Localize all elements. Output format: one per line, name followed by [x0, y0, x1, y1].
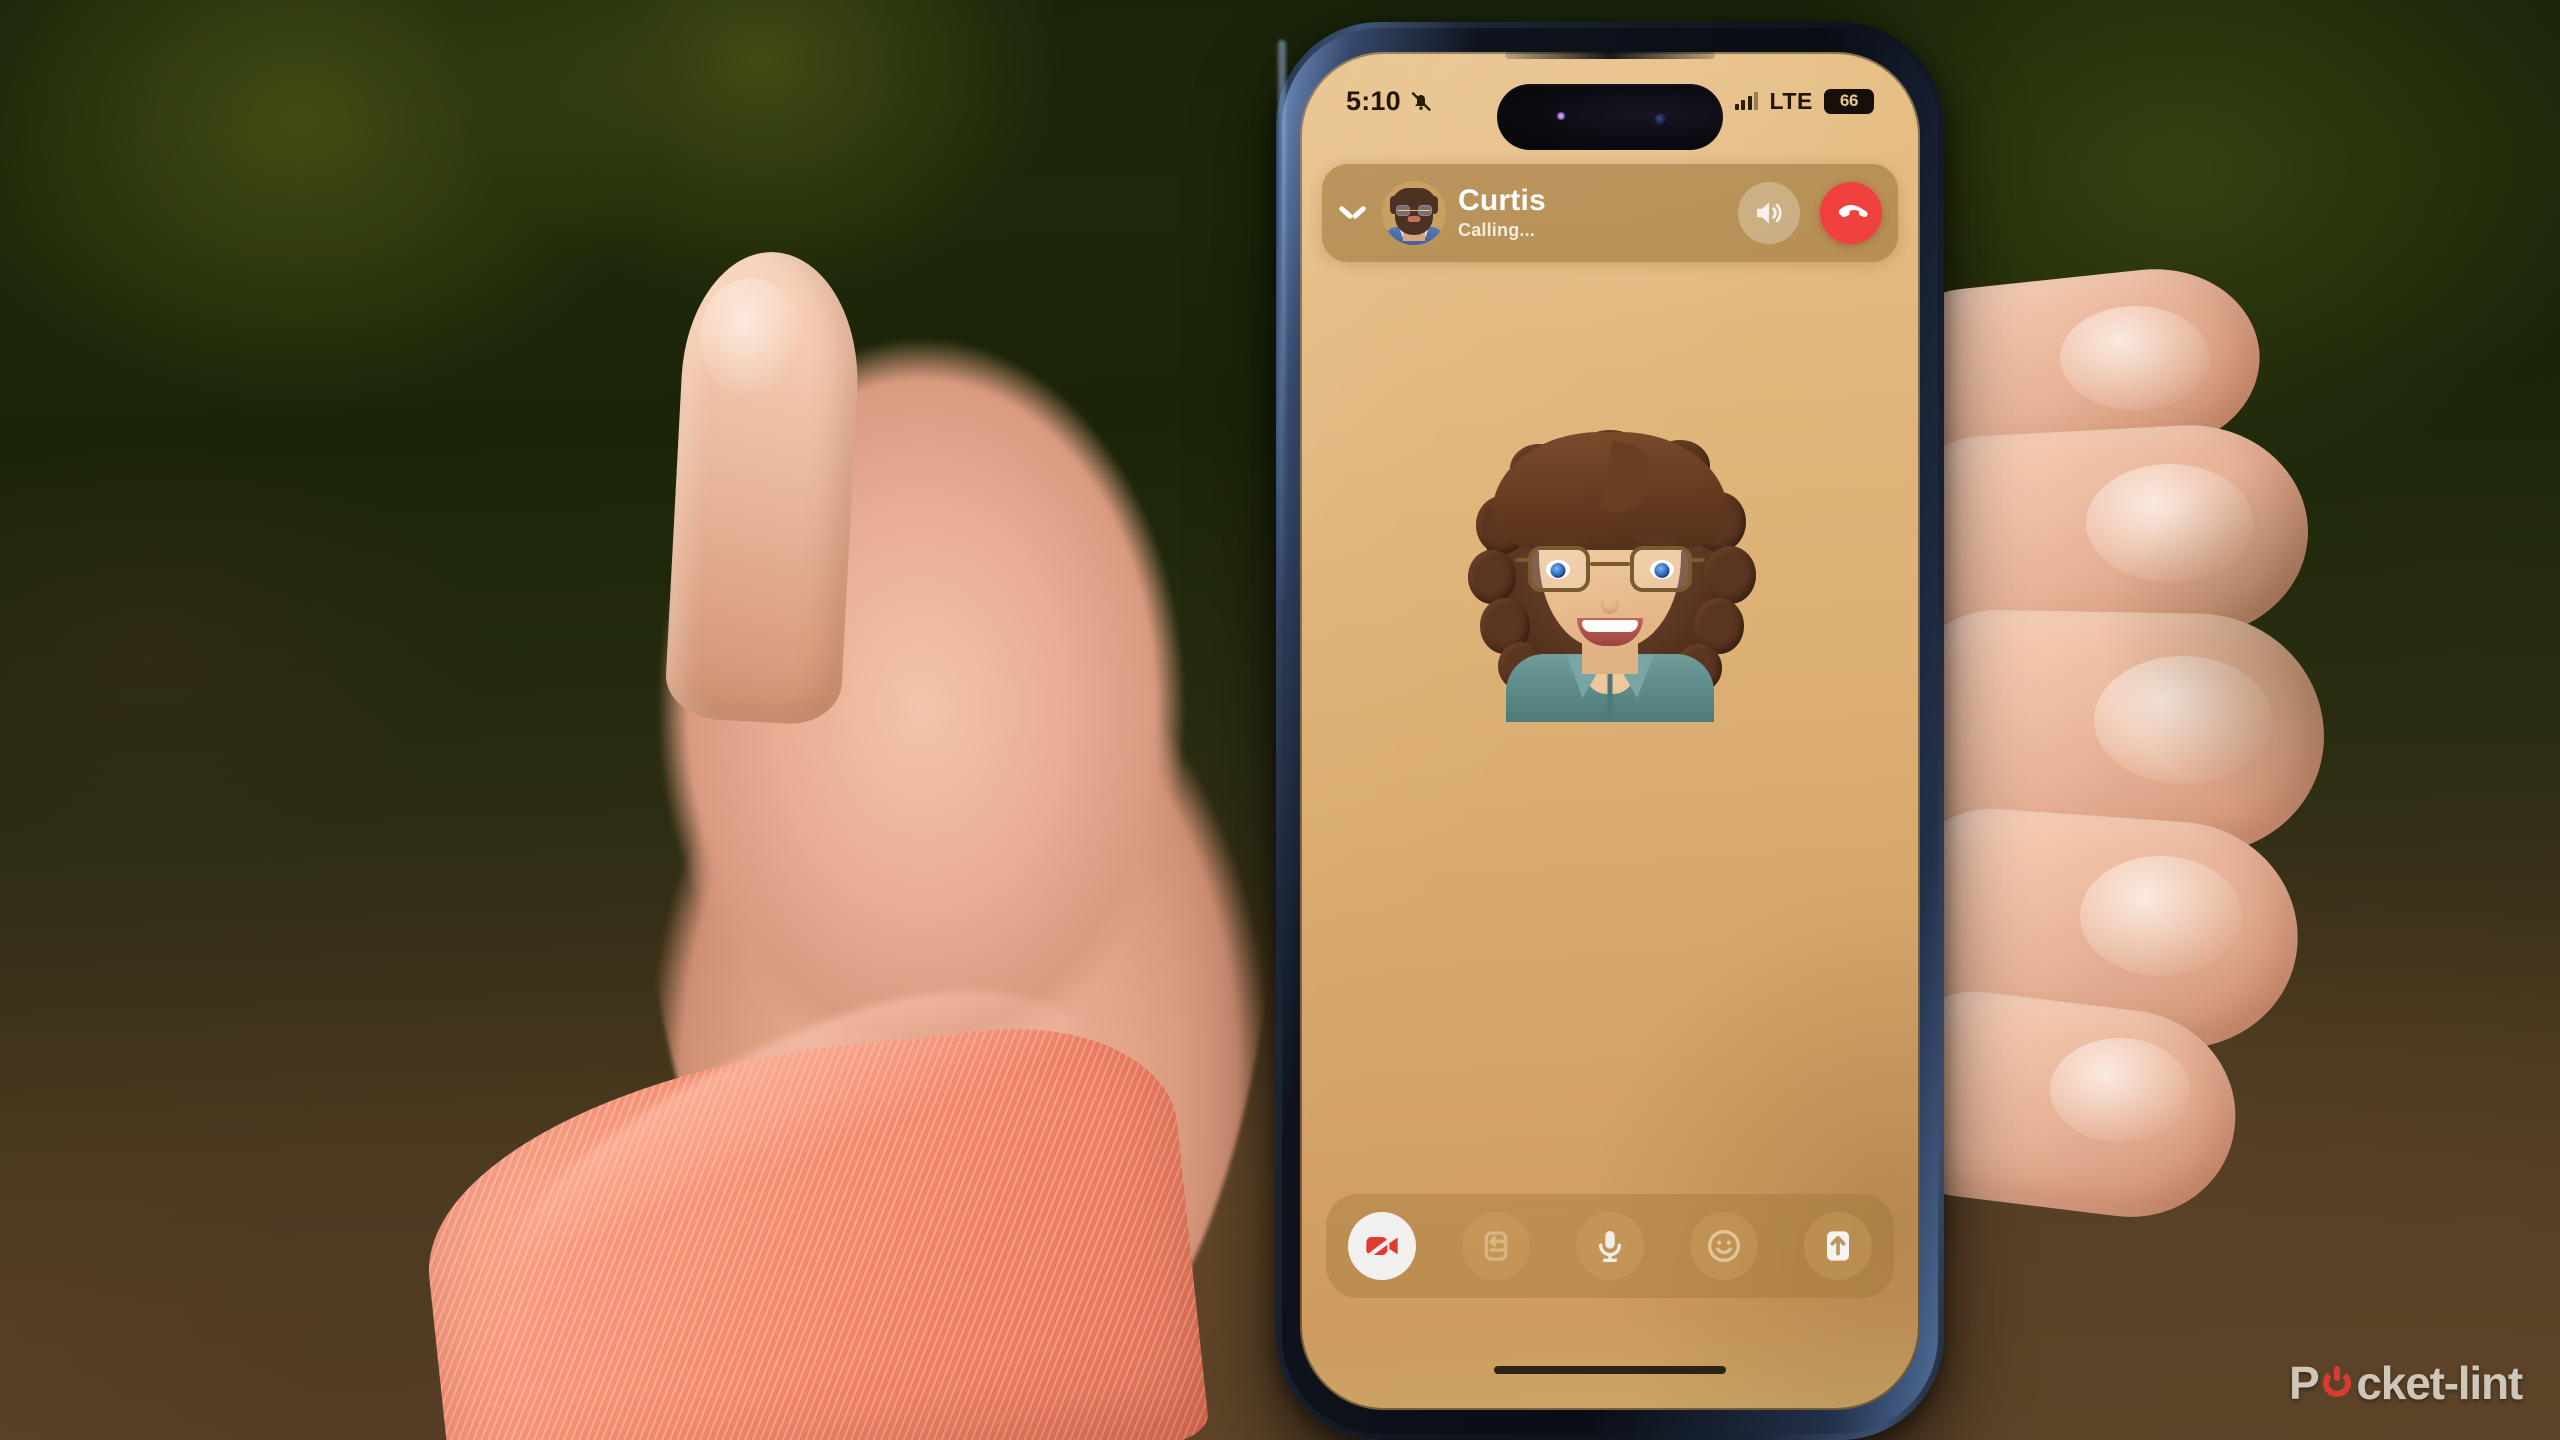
- status-bar-left: 5:10: [1346, 86, 1433, 117]
- camera-flip-icon: [1484, 1231, 1508, 1261]
- watermark-suffix: cket-lint: [2356, 1357, 2523, 1409]
- status-time: 5:10: [1346, 85, 1401, 116]
- pocket-lint-watermark: P cket-lint: [2288, 1356, 2523, 1410]
- thumb: [663, 247, 865, 727]
- face-id-dot: [1557, 112, 1565, 120]
- call-banner[interactable]: Curtis Calling...: [1322, 164, 1898, 262]
- video-off-button[interactable]: [1348, 1212, 1416, 1280]
- palm: [640, 330, 1280, 1440]
- effects-button[interactable]: [1690, 1212, 1758, 1280]
- network-label: LTE: [1769, 87, 1813, 114]
- earpiece-speaker: [1505, 52, 1715, 59]
- finger-little: [1882, 802, 2306, 1056]
- phone-down-icon[interactable]: [1820, 182, 1882, 244]
- speaker-glyph: [1757, 202, 1782, 224]
- battery-percent: 66: [1839, 91, 1859, 110]
- flip-camera-button[interactable]: [1462, 1212, 1530, 1280]
- speaker-wave-icon[interactable]: [1738, 182, 1800, 244]
- call-status: Calling...: [1458, 219, 1536, 240]
- thumb-highlight: [700, 278, 804, 398]
- video-slash-icon: [1365, 1232, 1399, 1260]
- sweater-sleeve: [409, 1011, 1211, 1440]
- microphone-icon: [1599, 1231, 1621, 1263]
- sweater-cuff: [470, 932, 1090, 1276]
- memoji-avatar-male: [1382, 181, 1446, 245]
- caller-name: Curtis: [1458, 184, 1546, 218]
- microphone-button[interactable]: [1576, 1212, 1644, 1280]
- share-screen-button[interactable]: [1804, 1212, 1872, 1280]
- share-up-arrow-icon: [1827, 1231, 1849, 1261]
- fingernail: [2086, 464, 2254, 582]
- home-indicator[interactable]: [1494, 1366, 1726, 1374]
- cellular-bars-icon: [1734, 92, 1759, 110]
- fingernail: [2080, 856, 2242, 976]
- end-call-glyph: [1838, 205, 1868, 218]
- fingernail: [2094, 656, 2272, 784]
- finger-middle: [1884, 419, 2314, 653]
- call-banner-text: Curtis Calling...: [1458, 185, 1726, 241]
- battery-indicator: 66: [1824, 88, 1874, 114]
- dynamic-island: [1497, 84, 1723, 150]
- fingernail: [2050, 1038, 2190, 1142]
- memoji-avatar-female: [1458, 418, 1762, 722]
- chevron-down-icon[interactable]: [1336, 196, 1370, 230]
- fingernail: [2060, 306, 2210, 410]
- status-bar-right: LTE 66: [1734, 87, 1874, 115]
- smiley-face-icon: [1707, 1229, 1741, 1263]
- bell-slash-icon: [1411, 92, 1431, 111]
- watermark-prefix: P: [2288, 1357, 2320, 1409]
- finger-ring: [1889, 608, 2327, 856]
- phone-screen: 5:10 LTE 66 Curtis Calling...: [1300, 52, 1920, 1410]
- front-camera-lens: [1655, 114, 1666, 125]
- photo-scene: 5:10 LTE 66 Curtis Calling... P cket-lin…: [0, 0, 2560, 1440]
- call-controls-toolbar: [1326, 1194, 1894, 1298]
- power-symbol-icon: [2319, 1365, 2355, 1401]
- memoji-figure: [1458, 418, 1762, 722]
